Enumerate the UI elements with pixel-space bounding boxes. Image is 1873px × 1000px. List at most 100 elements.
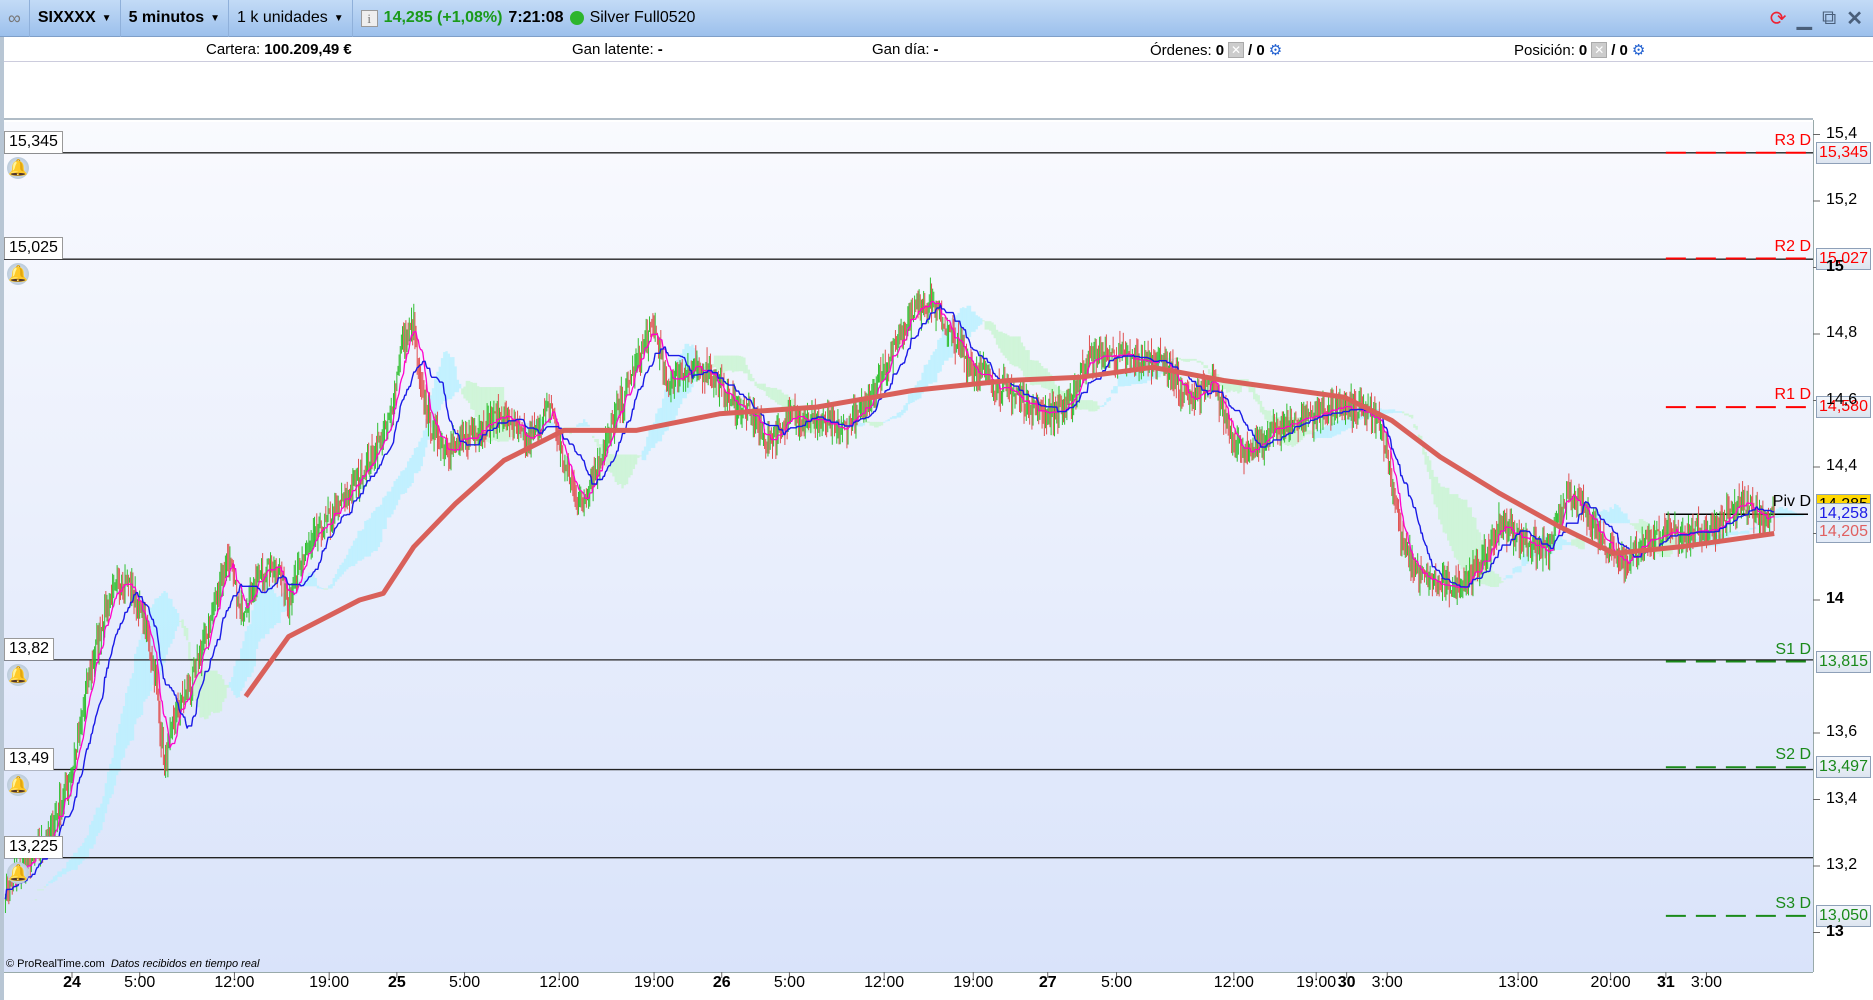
ichimoku-cloud-segment	[727, 355, 730, 371]
ichimoku-cloud-segment	[134, 653, 137, 725]
alert-price-label[interactable]: 13,82	[4, 637, 55, 660]
ichimoku-cloud-segment	[1185, 358, 1188, 362]
ichimoku-cloud-segment	[79, 846, 83, 864]
ichimoku-cloud-segment	[1607, 511, 1610, 524]
ichimoku-cloud-segment	[1110, 389, 1114, 394]
ichimoku-cloud-segment	[1505, 575, 1509, 579]
ichimoku-cloud-segment	[393, 481, 396, 510]
ichimoku-cloud-segment	[1431, 469, 1434, 495]
ichimoku-cloud-segment	[1451, 494, 1454, 552]
bell-icon[interactable]: 🔔	[7, 663, 29, 686]
ichimoku-cloud-segment	[968, 305, 972, 338]
ichimoku-cloud-segment	[1512, 567, 1515, 574]
ichimoku-cloud-segment	[170, 598, 173, 644]
ichimoku-cloud-segment	[379, 504, 383, 543]
ichimoku-cloud-segment	[1113, 386, 1116, 394]
ichimoku-cloud-segment	[231, 677, 234, 691]
alert-price-label[interactable]: 13,49	[4, 747, 55, 770]
ichimoku-cloud-segment	[1611, 508, 1615, 524]
ichimoku-cloud-segment	[1011, 336, 1015, 366]
ichimoku-cloud-segment	[756, 383, 760, 389]
ichimoku-cloud-segment	[941, 328, 945, 365]
ichimoku-cloud-segment	[871, 421, 875, 426]
ichimoku-cloud-segment	[388, 491, 392, 518]
ichimoku-cloud-segment	[183, 625, 187, 637]
ichimoku-cloud-segment	[422, 430, 426, 457]
ichimoku-cloud-segment	[984, 321, 987, 330]
alert-price-label[interactable]: 13,225	[4, 835, 63, 858]
ichimoku-cloud-segment	[1259, 400, 1263, 413]
ichimoku-cloud-segment	[578, 422, 581, 427]
bell-icon[interactable]: 🔔	[7, 156, 29, 179]
pivot-price-tag: 13,497	[1816, 756, 1871, 779]
x-tick-label: 12:00	[1213, 974, 1254, 991]
ichimoku-cloud-segment	[1507, 575, 1511, 579]
data-status: Datos recibidos en tiempo real	[110, 958, 260, 970]
ichimoku-cloud-segment	[729, 355, 733, 371]
alert-price-label[interactable]: 15,025	[4, 237, 63, 260]
ichimoku-cloud-segment	[860, 423, 863, 427]
ichimoku-cloud-segment	[914, 385, 918, 401]
ichimoku-cloud-segment	[253, 601, 257, 667]
ichimoku-cloud-segment	[1392, 409, 1396, 413]
ichimoku-cloud-segment	[1104, 402, 1107, 406]
ichimoku-cloud-segment	[350, 545, 354, 567]
pivot-label-s2-d: S2 D	[1775, 746, 1811, 764]
ichimoku-cloud-segment	[747, 369, 751, 381]
ichimoku-cloud-segment	[971, 311, 974, 332]
ichimoku-cloud-segment	[1007, 335, 1010, 361]
ichimoku-cloud-segment	[646, 436, 649, 455]
ichimoku-cloud-segment	[551, 422, 554, 427]
ichimoku-cloud-segment	[52, 876, 56, 882]
ichimoku-cloud-segment	[255, 593, 259, 649]
ichimoku-cloud-segment	[1503, 578, 1506, 580]
bell-icon[interactable]: 🔔	[7, 773, 29, 796]
ichimoku-cloud-segment	[334, 574, 338, 582]
ichimoku-cloud-segment	[923, 364, 927, 388]
ichimoku-cloud-segment	[339, 564, 342, 577]
ichimoku-cloud-segment	[208, 670, 211, 716]
ichimoku-cloud-segment	[467, 380, 471, 404]
ichimoku-cloud-segment	[772, 387, 775, 401]
ichimoku-cloud-segment	[348, 548, 351, 568]
ichimoku-cloud-segment	[131, 673, 135, 741]
bell-icon[interactable]: 🔔	[7, 861, 29, 884]
ichimoku-cloud-segment	[1634, 523, 1637, 530]
ichimoku-cloud-segment	[48, 881, 51, 884]
ichimoku-cloud-segment	[734, 355, 737, 372]
ichimoku-cloud-segment	[1453, 494, 1457, 558]
ichimoku-cloud-segment	[982, 320, 985, 322]
ichimoku-cloud-segment	[246, 625, 250, 678]
ichimoku-cloud-segment	[418, 441, 421, 472]
ichimoku-cloud-segment	[1386, 409, 1389, 414]
ichimoku-cloud-segment	[217, 674, 220, 713]
alert-price-label[interactable]: 15,345	[4, 130, 63, 153]
pivot-label-r2-d: R2 D	[1774, 237, 1811, 255]
ichimoku-cloud-segment	[41, 889, 44, 891]
ichimoku-cloud-segment	[619, 454, 622, 485]
ichimoku-cloud-segment	[885, 420, 888, 422]
ichimoku-cloud-segment	[1196, 360, 1200, 363]
ichimoku-cloud-segment	[754, 381, 757, 387]
ichimoku-cloud-segment	[1521, 556, 1524, 566]
y-tick-label: 13,6	[1826, 723, 1858, 740]
ichimoku-cloud-segment	[1740, 531, 1743, 534]
ichimoku-cloud-segment	[781, 392, 784, 409]
bell-icon[interactable]: 🔔	[7, 263, 29, 286]
ichimoku-cloud-segment	[1307, 430, 1310, 435]
ichimoku-cloud-segment	[434, 378, 437, 416]
footer: © ProRealTime.com Datos recibidos en tie…	[6, 958, 259, 970]
ichimoku-cloud-segment	[357, 530, 360, 561]
price-chart[interactable]	[0, 0, 1873, 1000]
ichimoku-cloud-segment	[763, 383, 766, 392]
ichimoku-cloud-segment	[397, 475, 401, 500]
ichimoku-cloud-segment	[100, 803, 103, 831]
ichimoku-cloud-segment	[77, 847, 81, 865]
x-tick-label: 19:00	[309, 974, 350, 991]
ichimoku-cloud-segment	[355, 538, 358, 564]
ichimoku-cloud-segment	[1025, 350, 1028, 380]
pivot-label-r3-d: R3 D	[1774, 131, 1811, 149]
ichimoku-cloud-segment	[1562, 539, 1565, 546]
ichimoku-cloud-segment	[1022, 346, 1026, 377]
ichimoku-cloud-segment	[330, 584, 333, 589]
